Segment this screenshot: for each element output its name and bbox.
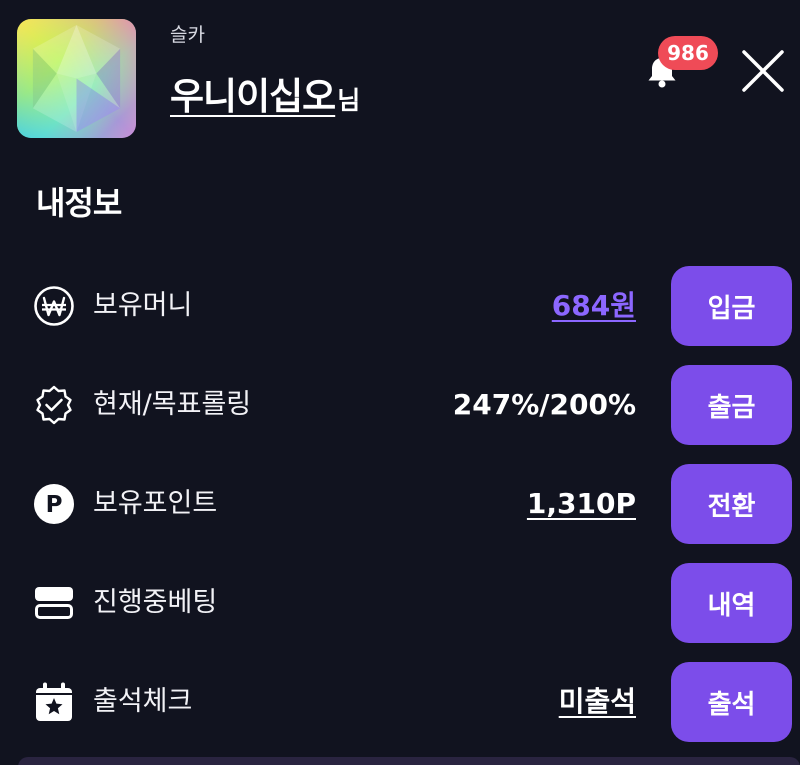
rolling-value: 247%/200% <box>452 388 636 421</box>
convert-button[interactable]: 전환 <box>671 464 792 544</box>
row-rolling: 현재/목표롤링 247%/200% 출금 <box>0 365 800 445</box>
rainbow-gem-icon <box>17 19 136 138</box>
attendance-button[interactable]: 출석 <box>671 662 792 742</box>
notification-count-badge: 986 <box>658 36 718 70</box>
betting-list-icon <box>33 582 75 624</box>
row-label: 보유포인트 <box>93 488 218 519</box>
won-icon <box>33 285 75 327</box>
nickname-link[interactable]: 우니이십오 <box>170 75 336 118</box>
withdraw-button[interactable]: 출금 <box>671 365 792 445</box>
row-money: 보유머니 684원 입금 <box>0 266 800 346</box>
row-points: P 보유포인트 1,310P 전환 <box>0 464 800 544</box>
calendar-star-icon <box>33 681 75 723</box>
deposit-button[interactable]: 입금 <box>671 266 792 346</box>
svg-text:P: P <box>46 492 63 518</box>
row-label: 보유머니 <box>93 290 193 321</box>
row-betting: 진행중베팅 내역 <box>0 563 800 643</box>
member-grade: 슬카 <box>170 24 205 46</box>
section-title: 내정보 <box>36 184 122 222</box>
next-card-edge <box>18 757 800 765</box>
row-label: 현재/목표롤링 <box>93 389 252 420</box>
row-label: 출석체크 <box>93 686 193 717</box>
my-info-panel: 슬카 우니이십오님 986 내정보 보유머니 684원 입금 현재/목표롤링 2… <box>0 0 800 765</box>
point-icon: P <box>33 483 75 525</box>
history-button[interactable]: 내역 <box>671 563 792 643</box>
close-icon[interactable] <box>738 46 788 96</box>
row-label: 진행중베팅 <box>93 587 218 618</box>
honorific: 님 <box>337 86 361 115</box>
row-attendance: 출석체크 미출석 출석 <box>0 662 800 742</box>
verified-badge-icon <box>33 384 75 426</box>
money-value-link[interactable]: 684원 <box>552 266 636 346</box>
user-name: 우니이십오님 <box>170 66 360 120</box>
points-value-link[interactable]: 1,310P <box>527 464 636 544</box>
attendance-status-link[interactable]: 미출석 <box>559 662 636 742</box>
